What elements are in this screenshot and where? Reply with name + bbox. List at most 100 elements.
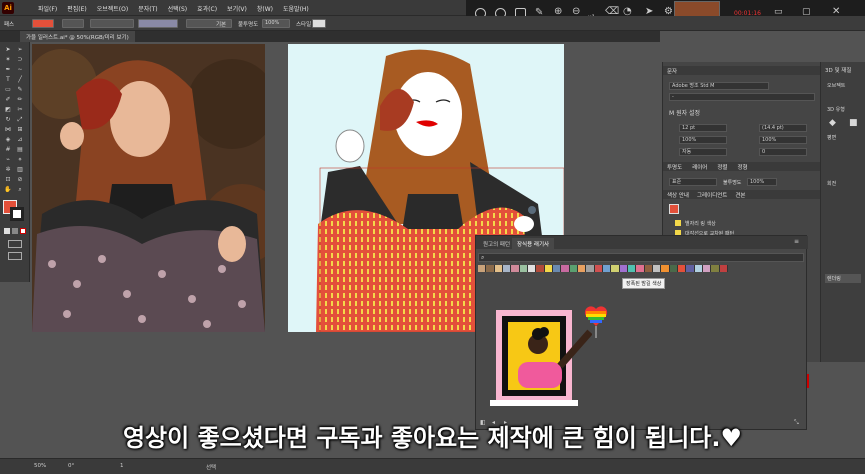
tab-align[interactable]: 정렬 <box>717 163 727 171</box>
pattern-swatch[interactable] <box>677 265 687 272</box>
pen-tool-icon[interactable]: ✒ <box>4 66 12 73</box>
perspective-grid-icon[interactable]: ⊿ <box>16 136 24 143</box>
vertical-scale-field[interactable]: 100% <box>679 136 727 144</box>
pattern-swatch[interactable] <box>536 265 545 272</box>
pattern-swatch[interactable] <box>577 265 587 272</box>
3d-object-tab[interactable]: 오브젝트 <box>827 82 845 89</box>
artboard-tool-icon[interactable]: ⊡ <box>4 176 12 183</box>
draw-mode-icon[interactable] <box>8 240 22 248</box>
blend-tool-icon[interactable]: ⋄ <box>16 156 24 163</box>
tab-layers[interactable]: 레이어 <box>692 163 707 171</box>
scissors-icon[interactable]: ✂ <box>16 106 24 113</box>
direct-selection-tool-icon[interactable]: ➢ <box>16 46 24 53</box>
symbol-sprayer-icon[interactable]: ✲ <box>4 166 12 173</box>
pattern-swatch[interactable] <box>652 265 662 272</box>
fill-swatch[interactable] <box>32 19 54 28</box>
shape-builder-icon[interactable]: ◈ <box>4 136 12 143</box>
rectangle-tool-icon[interactable]: ▭ <box>4 86 12 93</box>
menu-type[interactable]: 문자(T) <box>138 4 157 13</box>
tab-swatches[interactable]: 견본 <box>735 191 745 199</box>
pattern-swatch[interactable] <box>511 265 520 272</box>
width-tool-icon[interactable]: ⋈ <box>4 126 12 133</box>
graph-tool-icon[interactable]: ▥ <box>16 166 24 173</box>
pattern-swatch[interactable] <box>594 265 603 272</box>
tab-decorative[interactable]: 장식용 래기사 <box>512 238 555 249</box>
swatch-group-1[interactable]: 별자리 링 색상 <box>685 220 716 227</box>
pattern-swatch[interactable] <box>586 265 595 272</box>
opacity-panel-field[interactable]: 100% <box>747 178 777 186</box>
stroke-weight-field[interactable] <box>90 19 134 28</box>
pattern-swatch[interactable] <box>636 265 645 272</box>
slice-tool-icon[interactable]: ⊘ <box>16 176 24 183</box>
pattern-swatch[interactable] <box>486 265 495 272</box>
menu-effect[interactable]: 효과(C) <box>197 4 217 13</box>
magic-wand-icon[interactable]: ✶ <box>4 56 12 63</box>
document-tab[interactable]: 가을 일러스트.ai* @ 50%(RGB/미리 보기) <box>20 31 135 42</box>
swatch-preview[interactable] <box>669 204 679 214</box>
artboard-number-field[interactable]: 1 <box>120 463 124 469</box>
paintbrush-icon[interactable]: ✎ <box>16 86 24 93</box>
extrude-icon[interactable]: ■ <box>849 118 858 128</box>
menu-file[interactable]: 파일(F) <box>38 4 57 13</box>
tab-color-guide[interactable]: 색상 안내 <box>667 191 689 199</box>
panel-menu-icon[interactable]: ≡ <box>794 238 799 245</box>
curvature-icon[interactable]: ∼ <box>16 66 24 73</box>
tab-gradient[interactable]: 그레이디언트 <box>697 191 727 199</box>
tracking-field[interactable]: 0 <box>759 148 807 156</box>
kerning-field[interactable]: 자동 <box>679 148 727 156</box>
hand-tool-icon[interactable]: ✋ <box>4 186 12 193</box>
stroke-swatch[interactable] <box>62 19 84 28</box>
pattern-swatch[interactable] <box>719 265 728 272</box>
pattern-swatch[interactable] <box>602 265 612 272</box>
pattern-swatch[interactable] <box>552 265 562 272</box>
pattern-swatch[interactable] <box>502 265 512 272</box>
mesh-tool-icon[interactable]: # <box>4 146 12 153</box>
pattern-swatch[interactable] <box>527 265 537 272</box>
tab-pathfinder[interactable]: 정형 <box>738 163 748 171</box>
font-family-field[interactable]: Adobe 명조 Std M <box>669 82 769 90</box>
gradient-mode-icon[interactable] <box>12 228 18 234</box>
pattern-swatch[interactable] <box>702 265 712 272</box>
plane-icon[interactable]: ◆ <box>829 118 836 128</box>
pattern-swatch[interactable] <box>661 265 670 272</box>
zoom-field[interactable]: 50% <box>34 463 46 469</box>
free-transform-icon[interactable]: ⊞ <box>16 126 24 133</box>
menu-window[interactable]: 창(W) <box>257 4 273 13</box>
tab-transparency[interactable]: 투명도 <box>667 163 682 171</box>
rotate-tool-icon[interactable]: ↻ <box>4 116 12 123</box>
menu-select[interactable]: 선택(S) <box>168 4 188 13</box>
pattern-swatch[interactable] <box>611 265 620 272</box>
color-mode-icon[interactable] <box>4 228 10 234</box>
gradient-tool-icon[interactable]: ▤ <box>16 146 24 153</box>
search-field[interactable]: ⌕ <box>478 253 804 262</box>
pattern-swatch[interactable] <box>569 265 578 272</box>
none-mode-icon[interactable] <box>20 228 26 234</box>
pattern-swatch[interactable] <box>694 265 703 272</box>
pattern-swatch[interactable] <box>494 265 503 272</box>
pattern-swatch[interactable] <box>686 265 695 272</box>
selection-tool-icon[interactable]: ➤ <box>4 46 12 53</box>
horizontal-scale-field[interactable]: 100% <box>759 136 807 144</box>
lasso-icon[interactable]: ⊃ <box>16 56 24 63</box>
type-tool-icon[interactable]: T <box>4 76 12 83</box>
line-tool-icon[interactable]: ╱ <box>16 76 24 83</box>
blend-mode-select[interactable]: 표준 <box>669 178 717 186</box>
pattern-swatch[interactable] <box>544 265 553 272</box>
tab-basic-patterns[interactable]: 원고의 패턴 <box>478 238 515 249</box>
scale-tool-icon[interactable]: ⤢ <box>16 116 24 123</box>
pattern-swatch[interactable] <box>669 265 678 272</box>
font-size-field[interactable]: 12 pt <box>679 124 727 132</box>
menu-object[interactable]: 오브젝트(O) <box>97 4 129 13</box>
menu-edit[interactable]: 편집(E) <box>67 4 87 13</box>
zoom-tool-icon[interactable]: ⌕ <box>16 186 24 193</box>
pattern-swatch[interactable] <box>627 265 637 272</box>
pattern-swatch[interactable] <box>561 265 570 272</box>
pattern-swatch[interactable] <box>478 265 487 272</box>
pattern-swatch[interactable] <box>644 265 653 272</box>
variable-width-profile[interactable] <box>138 19 178 28</box>
pattern-swatch[interactable] <box>519 265 528 272</box>
rotation-field[interactable]: 0° <box>68 463 74 469</box>
leading-field[interactable]: (14.4 pt) <box>759 124 807 132</box>
pattern-swatch[interactable] <box>711 265 720 272</box>
pattern-swatch[interactable] <box>619 265 628 272</box>
